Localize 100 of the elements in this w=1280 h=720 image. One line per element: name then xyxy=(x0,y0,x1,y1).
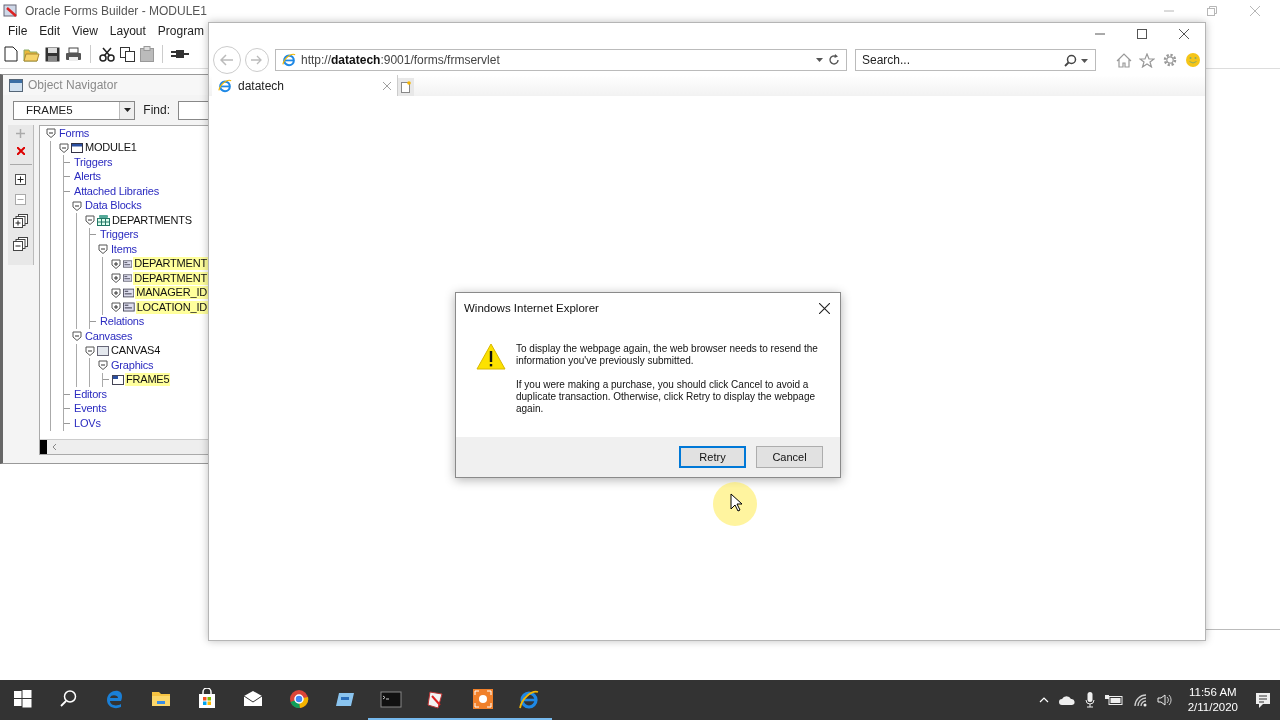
star-icon[interactable] xyxy=(1139,52,1155,68)
expander-toggle[interactable] xyxy=(98,244,108,255)
maximize-icon[interactable] xyxy=(1137,29,1147,39)
dialog-message: To display the webpage again, the web browser needs to resend the information you've previously submitted. xyxy=(516,343,819,367)
warning-icon xyxy=(476,343,506,370)
menu-item[interactable]: Layout xyxy=(103,24,152,38)
new-file-icon[interactable] xyxy=(4,46,18,62)
tree-item[interactable]: Forms xyxy=(58,126,91,140)
tree-item[interactable]: Triggers xyxy=(73,155,114,169)
expander-toggle[interactable] xyxy=(111,273,121,284)
window-icon xyxy=(71,142,83,153)
caret-icon xyxy=(123,108,131,112)
battery-icon[interactable] xyxy=(1104,694,1123,706)
text-field-icon xyxy=(123,287,135,298)
find-field[interactable] xyxy=(178,100,208,120)
menu-item[interactable]: View xyxy=(66,24,104,38)
search-field[interactable]: Search... xyxy=(855,49,1096,71)
tab-close-icon[interactable] xyxy=(383,81,391,90)
print-icon[interactable] xyxy=(65,46,82,62)
scrollbar-thumb[interactable] xyxy=(40,440,47,454)
window-icon xyxy=(9,78,23,92)
collapse-all-icon[interactable] xyxy=(13,237,28,251)
browser-logo-icon xyxy=(218,78,232,93)
search-icon[interactable] xyxy=(1064,54,1077,67)
tree-item[interactable]: Attached Libraries xyxy=(73,184,161,198)
tree-item[interactable]: DEPARTMENT xyxy=(133,271,208,285)
expander-toggle[interactable] xyxy=(85,215,95,226)
menu-item[interactable]: File xyxy=(2,24,34,38)
clock[interactable]: 11:56 AM 2/11/2020 xyxy=(1187,685,1238,715)
save-icon[interactable] xyxy=(45,46,60,62)
tree-item[interactable]: MANAGER_ID xyxy=(135,286,208,300)
tree-item[interactable]: Editors xyxy=(73,387,108,401)
open-folder-icon[interactable] xyxy=(23,46,40,62)
dialog-button[interactable]: Retry xyxy=(679,446,746,468)
expander-toggle[interactable] xyxy=(98,360,108,371)
tree-item[interactable]: CANVAS4 xyxy=(110,344,162,358)
chevron-up-icon[interactable] xyxy=(1038,697,1049,703)
copy-icon[interactable] xyxy=(120,46,135,62)
speaker-icon[interactable] xyxy=(1156,693,1172,707)
tree-item[interactable]: Relations xyxy=(99,315,146,329)
expander-toggle[interactable] xyxy=(59,142,69,153)
tree-item[interactable]: Items xyxy=(110,242,138,256)
delete-icon[interactable] xyxy=(16,147,25,155)
expander-toggle[interactable] xyxy=(111,287,121,298)
browser-tab[interactable]: datatech xyxy=(212,75,398,96)
forward-arrow-icon xyxy=(251,55,263,65)
address-field[interactable]: http://datatech:9001/forms/frmservlet xyxy=(275,49,847,71)
tree-item[interactable]: Graphics xyxy=(110,358,155,372)
tree-item[interactable]: MODULE1 xyxy=(84,141,138,155)
text-field-icon xyxy=(123,273,133,284)
new-tab-button[interactable] xyxy=(398,78,414,96)
new-tab-icon xyxy=(401,81,411,93)
expander-toggle[interactable] xyxy=(111,302,121,313)
tree-item[interactable]: Data Blocks xyxy=(84,199,143,213)
window-title: Oracle Forms Builder - MODULE1 xyxy=(25,4,208,18)
tree-item[interactable]: DEPARTMENTS xyxy=(111,213,193,227)
find-label: Find: xyxy=(143,103,170,117)
dialog-message: If you were making a purchase, you should click Cancel to avoid a duplicate transaction. Otherwise, click Retry to display the webpage again. xyxy=(516,379,817,415)
menu-item[interactable]: Program xyxy=(151,24,210,38)
browser-icon xyxy=(288,688,310,710)
canvas-icon xyxy=(97,345,109,356)
caret-icon[interactable] xyxy=(816,58,823,62)
tree-item[interactable]: LOCATION_ID xyxy=(135,300,208,314)
home-icon[interactable] xyxy=(1116,52,1132,68)
settings-icon[interactable] xyxy=(1162,52,1178,68)
windows-logo-icon xyxy=(12,688,34,710)
recorder-icon xyxy=(472,688,494,710)
caret-icon[interactable] xyxy=(1081,58,1088,63)
tree-item[interactable]: DEPARTMENT xyxy=(133,257,208,271)
cut-icon[interactable] xyxy=(99,46,115,62)
expander-toggle[interactable] xyxy=(85,345,95,356)
expander-toggle[interactable] xyxy=(111,258,121,269)
expand-all-icon[interactable] xyxy=(13,214,28,228)
close-icon[interactable] xyxy=(1179,29,1189,39)
dialog-button[interactable]: Cancel xyxy=(756,446,823,468)
wifi-icon[interactable] xyxy=(1132,693,1147,707)
tree-item[interactable]: Alerts xyxy=(73,170,102,184)
table-icon xyxy=(97,214,110,226)
browser-logo-icon xyxy=(518,688,540,710)
tree-item[interactable]: LOVs xyxy=(73,416,102,430)
tree-item[interactable]: FRAME5 xyxy=(125,373,171,387)
paste-icon[interactable] xyxy=(140,46,154,62)
refresh-icon[interactable] xyxy=(828,54,840,66)
cloud-icon[interactable] xyxy=(1058,695,1075,705)
menu-item[interactable]: Edit xyxy=(33,24,67,38)
close-icon[interactable] xyxy=(819,302,830,314)
notification-icon[interactable] xyxy=(1254,691,1272,709)
expander-toggle[interactable] xyxy=(72,331,82,342)
text-field-icon xyxy=(123,302,135,313)
expand-icon[interactable] xyxy=(15,174,26,185)
shopping-bag-icon xyxy=(196,688,218,710)
terminal-icon xyxy=(380,688,402,710)
microphone-icon[interactable] xyxy=(1084,692,1095,708)
context-dropdown[interactable]: FRAME5 xyxy=(13,100,136,120)
plug-icon[interactable] xyxy=(171,47,189,61)
tree-item[interactable]: Events xyxy=(73,402,108,416)
tree-item[interactable]: Canvases xyxy=(84,329,134,343)
tree-item[interactable]: Triggers xyxy=(99,228,140,242)
expander-toggle[interactable] xyxy=(72,200,82,211)
expander-toggle[interactable] xyxy=(46,128,56,139)
